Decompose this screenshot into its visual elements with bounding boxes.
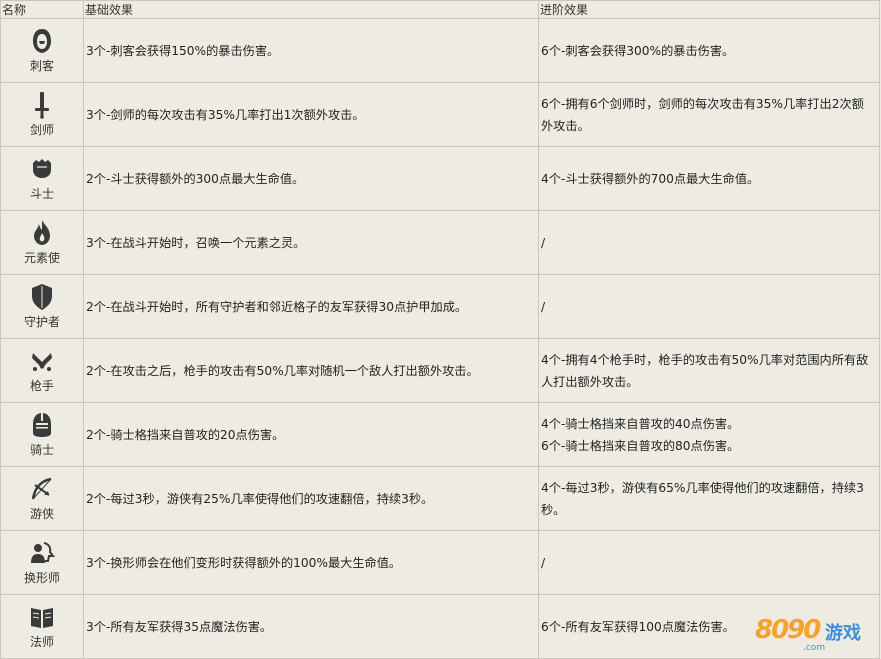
advanced-effect-cell-text: 6个-拥有6个剑师时，剑师的每次攻击有35%几率打出2次额外攻击。	[541, 96, 864, 133]
class-name-cell: 枪手	[0, 338, 84, 403]
table-row: 斗士 2个-斗士获得额外的300点最大生命值。 4个-斗士获得额外的700点最大生命…	[0, 146, 880, 211]
class-name: 斗士	[29, 187, 54, 201]
advanced-effect-cell: /	[538, 530, 880, 595]
base-effect-cell-text: 2个-斗士获得额外的300点最大生命值。	[86, 171, 305, 186]
table-row: 枪手 2个-在攻击之后，枪手的攻击有50%几率对随机一个敌人打出额外攻击。 4个-拥…	[0, 338, 880, 403]
table-row: 元素使 3个-在战斗开始时，召唤一个元素之灵。 /	[0, 210, 880, 275]
base-effect-cell-text: 3个-在战斗开始时，召唤一个元素之灵。	[86, 235, 306, 250]
class-name-cell: 守护者	[0, 274, 84, 339]
advanced-effect-cell: /	[538, 274, 880, 339]
class-effects-table: 名称 基础效果 进阶效果 刺客 3个-刺客会获得150%的暴击伤害。 6个-刺客会获…	[0, 0, 880, 659]
shapeshifter-icon	[29, 539, 55, 567]
advanced-effect-cell: 4个-拥有4个枪手时，枪手的攻击有50%几率对范围内所有敌人打出额外攻击。	[538, 338, 880, 403]
class-name: 换形师	[23, 571, 60, 585]
header-name: 名称	[0, 0, 84, 19]
watermark-url: .com	[803, 643, 826, 653]
advanced-effect-cell: 4个-骑士格挡来自普攻的40点伤害。 6个-骑士格挡来自普攻的80点伤害。	[538, 402, 880, 467]
class-name: 元素使	[23, 251, 60, 265]
advanced-effect-cell-text: 6个-骑士格挡来自普攻的80点伤害。	[541, 438, 740, 453]
base-effect-cell-text: 2个-每过3秒，游侠有25%几率使得他们的攻速翻倍，持续3秒。	[86, 491, 434, 506]
base-effect-cell-text: 3个-所有友军获得35点魔法伤害。	[86, 619, 273, 634]
advanced-effect-cell-text: 4个-骑士格挡来自普攻的40点伤害。	[541, 416, 740, 431]
header-base-effect: 基础效果	[83, 0, 539, 19]
base-effect-cell: 2个-在战斗开始时，所有守护者和邻近格子的友军获得30点护甲加成。	[83, 274, 539, 339]
class-name: 游侠	[29, 507, 54, 521]
advanced-effect-cell-text: /	[541, 235, 546, 250]
class-name: 枪手	[29, 379, 54, 393]
bow-arrow-icon	[29, 475, 55, 503]
advanced-effect-cell-text: 4个-每过3秒，游侠有65%几率使得他们的攻速翻倍，持续3秒。	[541, 480, 864, 517]
header-advanced-effect: 进阶效果	[538, 0, 880, 19]
base-effect-cell-text: 3个-剑师的每次攻击有35%几率打出1次额外攻击。	[86, 107, 365, 122]
base-effect-cell: 3个-在战斗开始时，召唤一个元素之灵。	[83, 210, 539, 275]
advanced-effect-cell-text: 4个-拥有4个枪手时，枪手的攻击有50%几率对范围内所有敌人打出额外攻击。	[541, 352, 869, 389]
site-watermark: 8090 游戏 .com	[755, 605, 875, 653]
class-name-cell: 元素使	[0, 210, 84, 275]
advanced-effect-cell: 4个-每过3秒，游侠有65%几率使得他们的攻速翻倍，持续3秒。	[538, 466, 880, 531]
advanced-effect-cell-text: 6个-刺客会获得300%的暴击伤害。	[541, 43, 735, 58]
advanced-effect-cell: 6个-刺客会获得300%的暴击伤害。	[538, 18, 880, 83]
flame-icon	[29, 219, 55, 247]
advanced-effect-cell: 6个-拥有6个剑师时，剑师的每次攻击有35%几率打出2次额外攻击。	[538, 82, 880, 147]
class-name-cell: 换形师	[0, 530, 84, 595]
advanced-effect-cell: 4个-斗士获得额外的700点最大生命值。	[538, 146, 880, 211]
crossed-guns-icon	[29, 347, 55, 375]
book-icon	[29, 603, 55, 631]
sword-icon	[29, 91, 55, 119]
class-name: 法师	[29, 635, 54, 649]
class-name: 刺客	[29, 59, 54, 73]
class-name-cell: 骑士	[0, 402, 84, 467]
knight-helmet-icon	[29, 411, 55, 439]
advanced-effect-cell-text: 4个-斗士获得额外的700点最大生命值。	[541, 171, 760, 186]
table-row: 游侠 2个-每过3秒，游侠有25%几率使得他们的攻速翻倍，持续3秒。 4个-每过3秒…	[0, 466, 880, 531]
table-row: 剑师 3个-剑师的每次攻击有35%几率打出1次额外攻击。 6个-拥有6个剑师时，剑师…	[0, 82, 880, 147]
advanced-effect-cell-text: /	[541, 555, 546, 570]
base-effect-cell: 3个-换形师会在他们变形时获得额外的100%最大生命值。	[83, 530, 539, 595]
advanced-effect-cell: /	[538, 210, 880, 275]
table-row: 换形师 3个-换形师会在他们变形时获得额外的100%最大生命值。 /	[0, 530, 880, 595]
table-row: 刺客 3个-刺客会获得150%的暴击伤害。 6个-刺客会获得300%的暴击伤害。	[0, 18, 880, 83]
class-name: 骑士	[29, 443, 54, 457]
hooded-assassin-icon	[29, 27, 55, 55]
class-name-cell: 斗士	[0, 146, 84, 211]
base-effect-cell-text: 3个-换形师会在他们变形时获得额外的100%最大生命值。	[86, 555, 402, 570]
watermark-digits: 8090	[755, 615, 821, 645]
base-effect-cell-text: 2个-在攻击之后，枪手的攻击有50%几率对随机一个敌人打出额外攻击。	[86, 363, 479, 378]
base-effect-cell: 2个-每过3秒，游侠有25%几率使得他们的攻速翻倍，持续3秒。	[83, 466, 539, 531]
base-effect-cell: 2个-在攻击之后，枪手的攻击有50%几率对随机一个敌人打出额外攻击。	[83, 338, 539, 403]
class-name-cell: 法师	[0, 594, 84, 659]
base-effect-cell-text: 2个-骑士格挡来自普攻的20点伤害。	[86, 427, 285, 442]
table-header-row: 名称 基础效果 进阶效果	[0, 0, 880, 19]
base-effect-cell: 3个-剑师的每次攻击有35%几率打出1次额外攻击。	[83, 82, 539, 147]
class-name-cell: 刺客	[0, 18, 84, 83]
class-name: 剑师	[29, 123, 54, 137]
shield-icon	[29, 283, 55, 311]
fist-icon	[29, 155, 55, 183]
class-name: 守护者	[23, 315, 60, 329]
base-effect-cell: 2个-斗士获得额外的300点最大生命值。	[83, 146, 539, 211]
base-effect-cell: 3个-刺客会获得150%的暴击伤害。	[83, 18, 539, 83]
table-row: 法师 3个-所有友军获得35点魔法伤害。 6个-所有友军获得100点魔法伤害。	[0, 594, 880, 659]
base-effect-cell: 2个-骑士格挡来自普攻的20点伤害。	[83, 402, 539, 467]
class-name-cell: 剑师	[0, 82, 84, 147]
class-name-cell: 游侠	[0, 466, 84, 531]
base-effect-cell-text: 2个-在战斗开始时，所有守护者和邻近格子的友军获得30点护甲加成。	[86, 299, 468, 314]
table-row: 守护者 2个-在战斗开始时，所有守护者和邻近格子的友军获得30点护甲加成。 /	[0, 274, 880, 339]
base-effect-cell: 3个-所有友军获得35点魔法伤害。	[83, 594, 539, 659]
table-row: 骑士 2个-骑士格挡来自普攻的20点伤害。 4个-骑士格挡来自普攻的40点伤害。 6个…	[0, 402, 880, 467]
advanced-effect-cell-text: /	[541, 299, 546, 314]
watermark-text: 游戏	[825, 623, 861, 644]
base-effect-cell-text: 3个-刺客会获得150%的暴击伤害。	[86, 43, 280, 58]
